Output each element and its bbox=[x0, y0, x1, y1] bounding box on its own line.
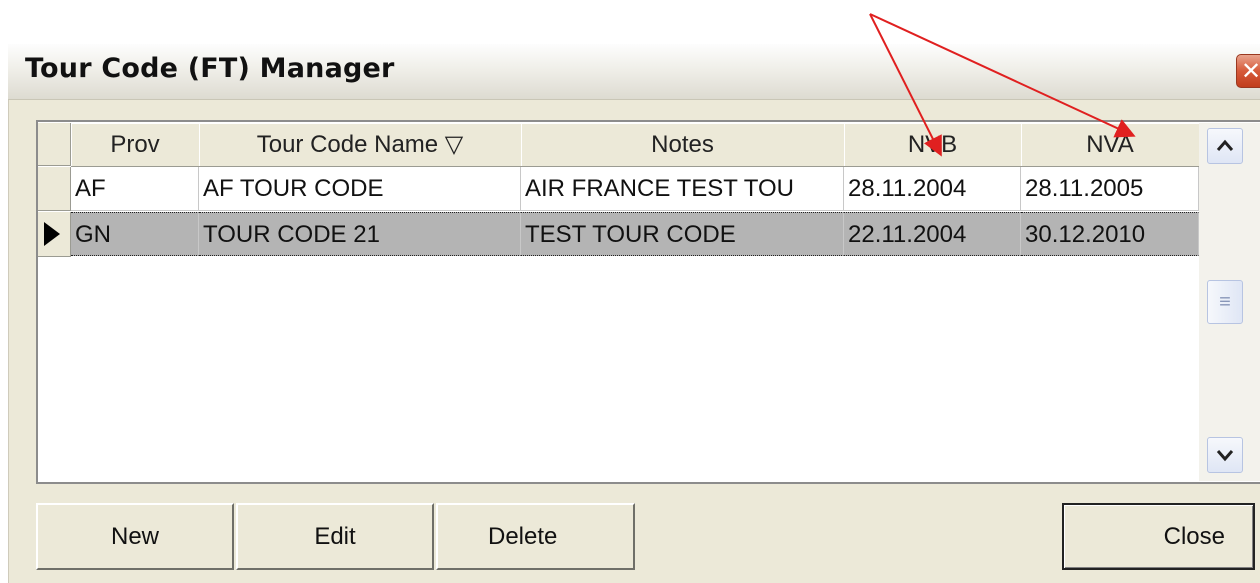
annotation-arrow-nvb bbox=[869, 13, 942, 157]
annotation-arrow-nva bbox=[869, 13, 1136, 138]
annotation-arrows bbox=[869, 13, 1136, 157]
